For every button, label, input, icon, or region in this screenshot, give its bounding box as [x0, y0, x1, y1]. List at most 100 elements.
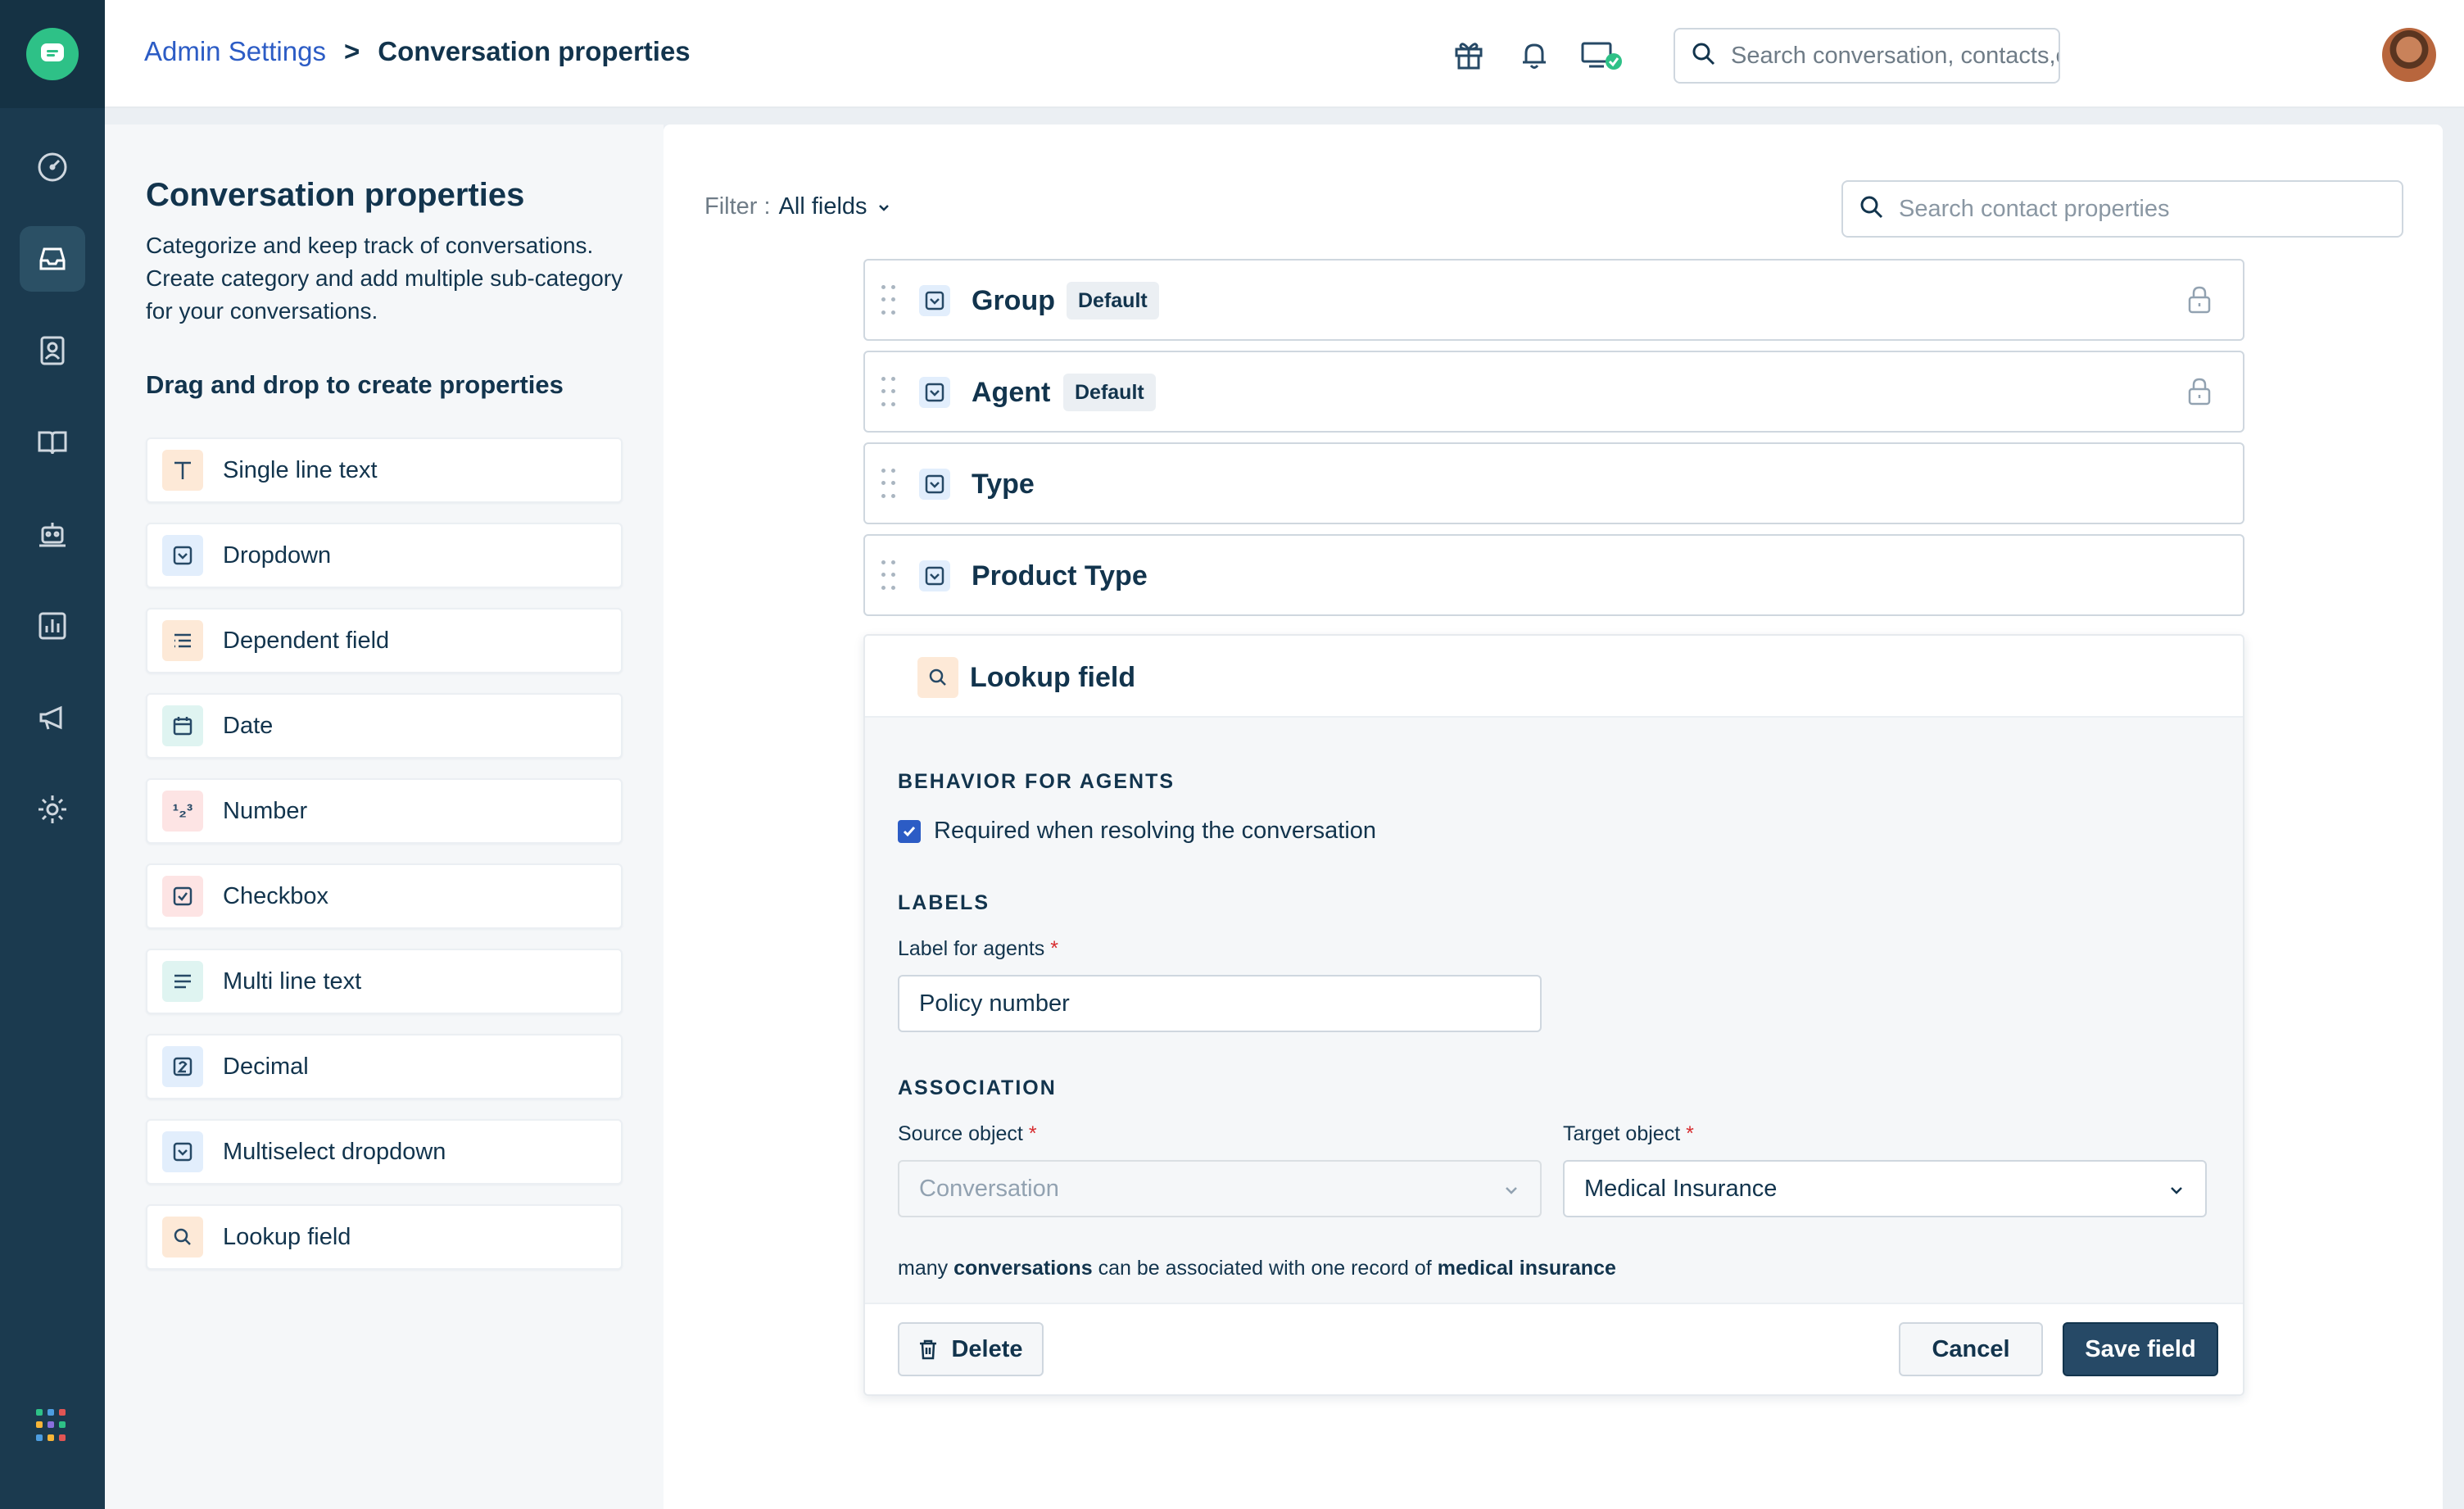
- required-checkbox-row[interactable]: Required when resolving the conversation: [898, 818, 1376, 845]
- search-icon: [917, 657, 958, 698]
- behavior-section-title: BEHAVIOR FOR AGENTS: [898, 770, 1175, 794]
- agent-status-icon[interactable]: [1579, 36, 1625, 74]
- delete-button-label: Delete: [951, 1336, 1022, 1363]
- bot-icon[interactable]: [20, 501, 85, 567]
- inbox-icon[interactable]: [20, 226, 85, 292]
- tool-dependent-field[interactable]: Dependent field: [146, 608, 623, 673]
- labels-section-title: LABELS: [898, 891, 990, 915]
- field-name: Type: [972, 469, 1035, 501]
- apps-grid-icon[interactable]: [36, 1409, 69, 1442]
- cancel-button[interactable]: Cancel: [1899, 1322, 2043, 1376]
- required-checkbox[interactable]: [898, 820, 921, 843]
- gift-icon[interactable]: [1450, 36, 1488, 74]
- dropdown-icon: [919, 560, 950, 596]
- page-title: Conversation properties: [378, 36, 690, 67]
- tool-label: Checkbox: [223, 883, 328, 910]
- search-icon: [162, 1217, 203, 1258]
- breadcrumb-separator: >: [344, 36, 360, 67]
- drag-handle-icon[interactable]: [881, 560, 896, 593]
- tool-lookup-field[interactable]: Lookup field: [146, 1204, 623, 1270]
- lookup-field-editor: Lookup field BEHAVIOR FOR AGENTS Require…: [863, 634, 2244, 1396]
- note-source-object: conversations: [953, 1257, 1093, 1280]
- dropdown-icon: [919, 377, 950, 412]
- global-search[interactable]: [1674, 28, 2060, 84]
- editor-title: Lookup field: [970, 662, 1135, 694]
- avatar[interactable]: [2382, 28, 2436, 82]
- tool-date[interactable]: Date: [146, 693, 623, 759]
- field-row-group[interactable]: Group Default: [863, 259, 2244, 341]
- bell-icon[interactable]: [1515, 36, 1553, 74]
- filter-value-text: All fields: [779, 193, 867, 220]
- drag-handle-icon[interactable]: [881, 469, 896, 501]
- search-icon: [1859, 195, 1884, 224]
- tool-multi-line-text[interactable]: Multi line text: [146, 949, 623, 1014]
- tool-label: Dependent field: [223, 628, 389, 655]
- settings-icon[interactable]: [20, 777, 85, 842]
- breadcrumb: Admin Settings > Conversation properties: [144, 36, 691, 67]
- drag-handle-icon[interactable]: [881, 285, 896, 318]
- campaigns-icon[interactable]: [20, 685, 85, 750]
- target-object-label: Target object *: [1563, 1122, 1694, 1146]
- label-text: Label for agents: [898, 937, 1044, 960]
- app-sidebar: [0, 0, 105, 1509]
- dropdown-icon: [162, 535, 203, 576]
- default-badge: Default: [1063, 374, 1156, 411]
- tool-decimal[interactable]: Decimal: [146, 1034, 623, 1099]
- palette-title: Conversation properties: [146, 177, 524, 214]
- tool-number[interactable]: ¹₂³ Number: [146, 778, 623, 844]
- number-icon: ¹₂³: [162, 791, 203, 832]
- properties-palette: Conversation properties Categorize and k…: [105, 125, 664, 1509]
- tool-multiselect-dropdown[interactable]: Multiselect dropdown: [146, 1119, 623, 1185]
- knowledge-base-icon[interactable]: [20, 410, 85, 475]
- global-search-input[interactable]: [1731, 43, 2059, 70]
- save-field-button[interactable]: Save field: [2063, 1322, 2218, 1376]
- tool-dropdown[interactable]: Dropdown: [146, 523, 623, 588]
- property-search[interactable]: [1841, 180, 2403, 238]
- note-text: many: [898, 1257, 948, 1280]
- required-mark: *: [1050, 937, 1058, 960]
- lock-icon: [2185, 285, 2213, 319]
- field-row-product-type[interactable]: Product Type: [863, 534, 2244, 616]
- label-text: Source object: [898, 1122, 1023, 1145]
- save-button-label: Save field: [2085, 1336, 2195, 1363]
- tool-checkbox[interactable]: Checkbox: [146, 863, 623, 929]
- delete-button[interactable]: Delete: [898, 1322, 1044, 1376]
- note-target-object: medical insurance: [1438, 1257, 1616, 1280]
- tool-label: Decimal: [223, 1054, 309, 1081]
- label-for-agents-label: Label for agents *: [898, 937, 1058, 961]
- palette-subtitle: Drag and drop to create properties: [146, 370, 564, 400]
- source-object-label: Source object *: [898, 1122, 1037, 1146]
- editor-header: Lookup field: [865, 636, 2243, 718]
- breadcrumb-admin-settings[interactable]: Admin Settings: [144, 36, 326, 67]
- tool-single-line-text[interactable]: Single line text: [146, 437, 623, 503]
- tool-label: Single line text: [223, 457, 378, 484]
- required-mark: *: [1686, 1122, 1694, 1145]
- filter-value[interactable]: All fields: [779, 193, 892, 220]
- multiline-icon: [162, 961, 203, 1002]
- calendar-icon: [162, 705, 203, 746]
- required-mark: *: [1029, 1122, 1037, 1145]
- field-row-agent[interactable]: Agent Default: [863, 351, 2244, 433]
- filter-label: Filter :: [704, 193, 771, 220]
- tool-label: Date: [223, 713, 273, 740]
- contacts-icon[interactable]: [20, 318, 85, 383]
- search-icon: [1692, 42, 1716, 70]
- field-row-type[interactable]: Type: [863, 442, 2244, 524]
- note-text: can be associated with one record of: [1098, 1257, 1432, 1280]
- palette-description: Categorize and keep track of conversatio…: [146, 229, 645, 328]
- label-for-agents-input[interactable]: Policy number: [898, 975, 1542, 1032]
- chat-logo-icon[interactable]: [26, 28, 79, 80]
- target-object-select[interactable]: Medical Insurance: [1563, 1160, 2207, 1217]
- drag-handle-icon[interactable]: [881, 377, 896, 410]
- top-header: Admin Settings > Conversation properties: [105, 0, 2464, 108]
- property-search-input[interactable]: [1899, 196, 2390, 223]
- lock-icon: [2185, 377, 2213, 410]
- source-object-value: Conversation: [919, 1176, 1059, 1203]
- dashboard-icon[interactable]: [20, 134, 85, 200]
- filter-dropdown[interactable]: Filter : All fields: [704, 193, 892, 220]
- list-icon: [162, 620, 203, 661]
- decimal-icon: [162, 1046, 203, 1087]
- association-section-title: ASSOCIATION: [898, 1076, 1057, 1100]
- analytics-icon[interactable]: [20, 593, 85, 659]
- dropdown-icon: [919, 469, 950, 504]
